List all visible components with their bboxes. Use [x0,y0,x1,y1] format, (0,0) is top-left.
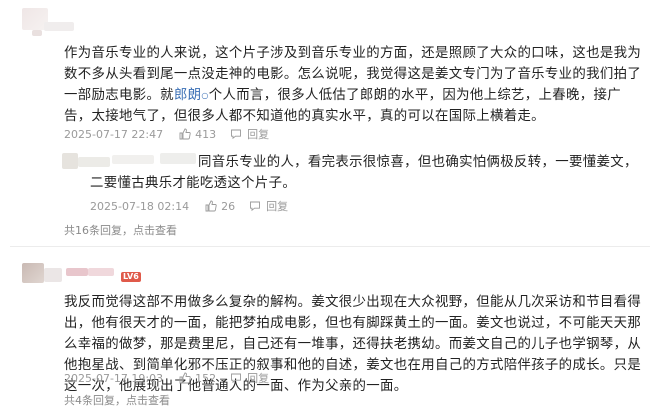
timestamp: 2025-07-17 22:47 [64,127,164,141]
reply-label: 回复 [247,128,270,141]
username[interactable] [66,268,88,276]
like-button[interactable]: 152 [179,372,216,385]
reply-text: 同音乐专业的人，看完表示很惊喜，但也确实怕俩极反转，一要懂姜文，二要懂古典乐才能… [90,155,638,191]
avatar-pixel [32,30,42,36]
like-button[interactable]: 26 [205,200,235,213]
comment-icon [231,129,242,140]
level-badge: LV6 [121,272,141,282]
username-tail [88,268,114,276]
reply-label: 回复 [266,200,289,213]
like-button[interactable]: 413 [179,128,216,141]
view-more-replies-link[interactable]: 共16条回复，点击查看 [64,222,177,238]
comment-icon [231,373,242,384]
comment-meta: 2025-07-17 22:47 413 回复 [64,126,269,142]
like-count: 413 [195,127,217,141]
reply-button[interactable]: 回复 [230,126,269,142]
reply-label: 回复 [247,372,270,385]
thumbs-up-icon [179,128,191,140]
thumbs-up-icon [179,372,191,384]
timestamp: 2025-07-18 02:14 [90,199,190,213]
like-count: 26 [221,199,236,213]
reply-button[interactable]: 回复 [230,370,269,386]
comment-text: 作为音乐专业的人来说，这个片子涉及到音乐专业的方面，还是照顾了大众的口味，这也是… [64,46,642,124]
link-marker-icon: ○ [201,91,209,100]
avatar-pixel [44,268,62,282]
reply-button[interactable]: 回复 [249,198,288,214]
mention-link[interactable]: 郎朗 [174,88,201,103]
username[interactable] [44,22,74,31]
comment-meta: 2025-07-17 19:03 152 回复 [64,370,269,386]
avatar[interactable] [22,263,44,283]
view-more-replies-link[interactable]: 共4条回复，点击查看 [64,392,170,408]
comment-icon [250,201,261,212]
timestamp: 2025-07-17 19:03 [64,371,164,385]
comment-divider [10,246,650,247]
reply-meta: 2025-07-18 02:14 26 回复 [90,198,288,214]
reply-avatar[interactable] [62,153,78,169]
like-count: 152 [195,371,217,385]
thumbs-up-icon [205,200,217,212]
